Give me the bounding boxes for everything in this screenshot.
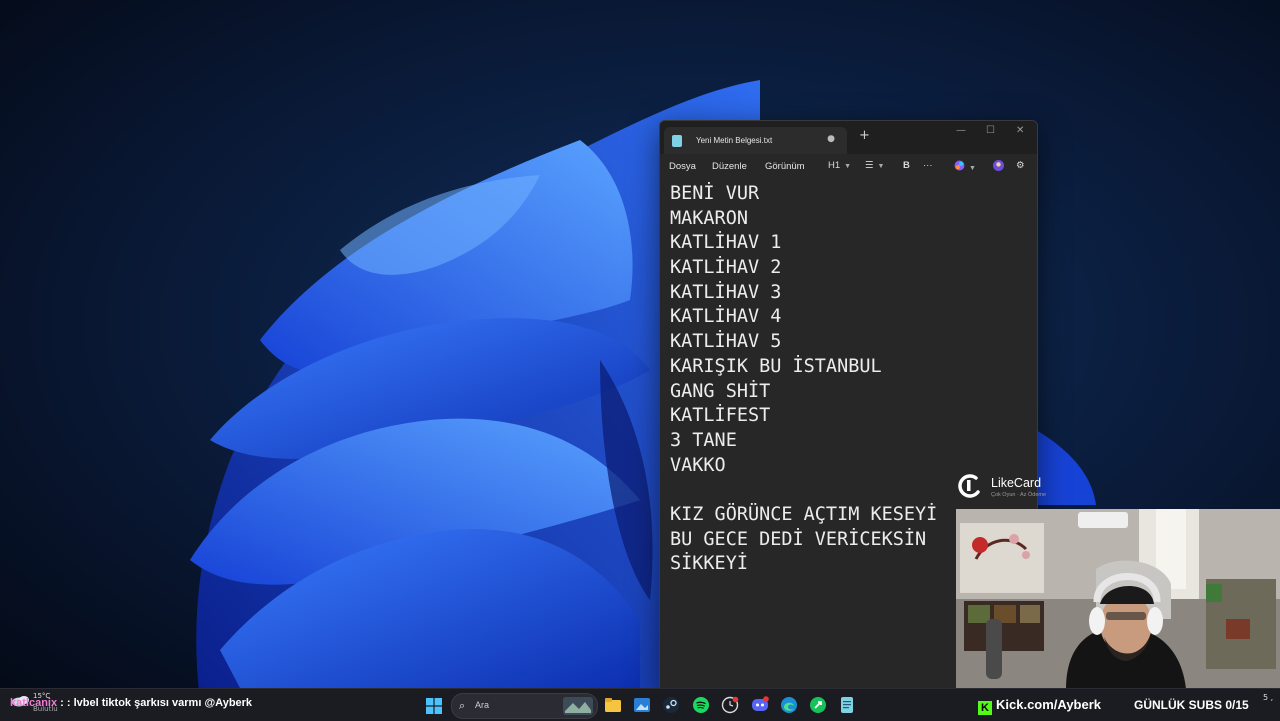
notepad-icon[interactable] — [838, 696, 856, 714]
minimize-icon[interactable]: — — [956, 125, 966, 136]
windows-start-icon[interactable] — [426, 698, 442, 714]
chevron-down-icon: ▼ — [969, 165, 976, 172]
text-line: KARIŞIK BU İSTANBUL — [670, 355, 882, 377]
menu-edit[interactable]: Düzenle — [712, 161, 747, 172]
edge-icon[interactable] — [780, 696, 798, 714]
text-line: KATLİHAV 1 — [670, 232, 782, 254]
kick-logo-icon: K — [978, 701, 992, 715]
account-button[interactable] — [993, 160, 1004, 173]
chevron-down-icon: ▼ — [877, 163, 885, 170]
clock-app-icon[interactable] — [721, 696, 739, 714]
bold-button[interactable]: B — [903, 160, 910, 171]
text-line: BENİ VUR — [670, 183, 760, 204]
daily-subs-counter: GÜNLÜK SUBS 0/15 — [1134, 698, 1249, 712]
text-line: 3 TANE — [670, 429, 737, 451]
copilot-dropdown[interactable]: ▼ — [954, 160, 976, 173]
chat-overlay-message: katlcanix : : lvbel tiktok şarkısı varmı… — [10, 697, 252, 709]
likecard-title: LikeCard — [991, 476, 1042, 490]
search-placeholder: Ara — [475, 700, 490, 710]
file-explorer-icon[interactable] — [604, 696, 622, 714]
avatar-icon — [993, 160, 1004, 171]
taskbar-search-input[interactable]: ⌕ Ara — [451, 693, 598, 719]
clock-fragment[interactable]: 5 , — [1263, 693, 1273, 703]
maximize-icon[interactable]: ☐ — [986, 125, 995, 136]
menu-view[interactable]: Görünüm — [765, 161, 805, 172]
likecard-overlay: LikeCard Çok Oyun · Az Ödeme — [958, 472, 1058, 506]
notepad-file-icon — [672, 134, 682, 147]
text-line: KATLİHAV 2 — [670, 257, 782, 279]
tab-title: Yeni Metin Belgesi.txt — [696, 136, 773, 145]
discord-icon[interactable] — [751, 696, 769, 714]
webcam-feed — [956, 509, 1280, 689]
settings-gear-icon[interactable]: ⚙ — [1016, 160, 1025, 171]
menu-bar: Dosya Düzenle Görünüm H1 ▼ ☰ ▼ B ··· ▼ ⚙ — [660, 154, 1037, 180]
likecard-logo-icon — [958, 474, 980, 498]
search-icon: ⌕ — [459, 699, 466, 712]
game-app-icon[interactable] — [809, 696, 827, 714]
likecard-subtitle: Çok Oyun · Az Ödeme — [991, 492, 1047, 498]
new-tab-plus-icon[interactable]: + — [859, 129, 870, 142]
heading-label: H1 — [828, 160, 841, 171]
text-line: KATLİHAV 4 — [670, 306, 782, 328]
title-bar[interactable]: Yeni Metin Belgesi.txt ● + — ☐ ✕ — [660, 121, 1037, 154]
menu-file[interactable]: Dosya — [669, 161, 696, 172]
list-icon: ☰ — [865, 160, 874, 171]
document-tab[interactable]: Yeni Metin Belgesi.txt ● — [664, 127, 847, 154]
kick-url: Kick.com/Ayberk — [996, 697, 1102, 712]
text-line: KATLİFEST — [670, 405, 771, 427]
more-options-button[interactable]: ··· — [923, 160, 933, 171]
search-highlight-icon — [563, 697, 593, 715]
chevron-down-icon: ▼ — [844, 163, 852, 170]
photos-icon[interactable] — [633, 696, 651, 714]
chat-username: katlcanix — [10, 697, 58, 709]
spotify-icon[interactable] — [692, 696, 710, 714]
copilot-icon — [954, 160, 965, 171]
close-icon[interactable]: ✕ — [1016, 125, 1024, 136]
text-line: MAKARON — [670, 207, 748, 229]
heading-dropdown[interactable]: H1 ▼ — [828, 160, 851, 171]
text-line: GANG SHİT — [670, 380, 771, 402]
unsaved-dot-icon[interactable]: ● — [827, 134, 835, 144]
taskbar: 15°C Bulutlu katlcanix : : lvbel tiktok … — [0, 688, 1280, 721]
list-dropdown[interactable]: ☰ ▼ — [865, 160, 884, 171]
kick-channel-link: K Kick.com/Ayberk — [978, 697, 1101, 715]
text-line: KATLİHAV 3 — [670, 281, 782, 303]
steam-icon[interactable] — [662, 696, 680, 714]
chat-text: : : lvbel tiktok şarkısı varmı @Ayberk — [60, 697, 253, 709]
text-line: KATLİHAV 5 — [670, 331, 782, 353]
